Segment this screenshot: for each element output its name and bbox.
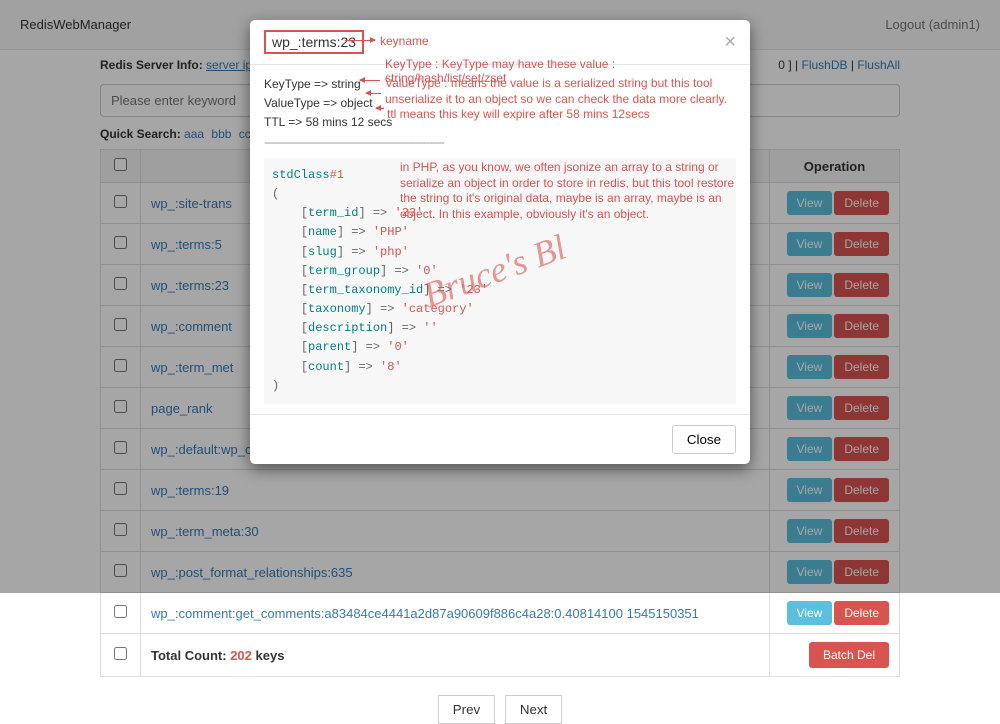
meta-ttl: TTL => 58 mins 12 secs <box>264 113 736 132</box>
key-link[interactable]: wp_:comment:get_comments:a83484ce4441a2d… <box>151 606 699 621</box>
total-suffix: keys <box>256 648 285 663</box>
total-count: 202 <box>230 648 252 663</box>
view-button[interactable]: View <box>787 601 833 625</box>
total-row: Total Count: 202 keys Batch Del <box>101 634 900 677</box>
row-checkbox[interactable] <box>114 605 127 618</box>
select-all-footer-checkbox[interactable] <box>114 647 127 660</box>
pager: Prev Next <box>100 695 900 724</box>
code-block: stdClass#1 ( [term_id] => '23' [name] =>… <box>264 158 736 404</box>
meta-separator: ----------------------------------------… <box>264 133 736 152</box>
table-row: wp_:comment:get_comments:a83484ce4441a2d… <box>101 593 900 634</box>
prev-button[interactable]: Prev <box>438 695 495 724</box>
next-button[interactable]: Next <box>505 695 562 724</box>
batch-del-button[interactable]: Batch Del <box>809 642 889 668</box>
close-icon[interactable]: × <box>724 31 736 54</box>
delete-button[interactable]: Delete <box>834 601 889 625</box>
modal-title: wp_:terms:23 <box>264 30 364 54</box>
meta-keytype: KeyType => string <box>264 75 736 94</box>
close-button[interactable]: Close <box>672 425 736 454</box>
meta-valuetype: ValueType => object <box>264 94 736 113</box>
total-label: Total Count: <box>151 648 227 663</box>
key-detail-modal: wp_:terms:23 × KeyType => string ValueTy… <box>250 20 750 464</box>
